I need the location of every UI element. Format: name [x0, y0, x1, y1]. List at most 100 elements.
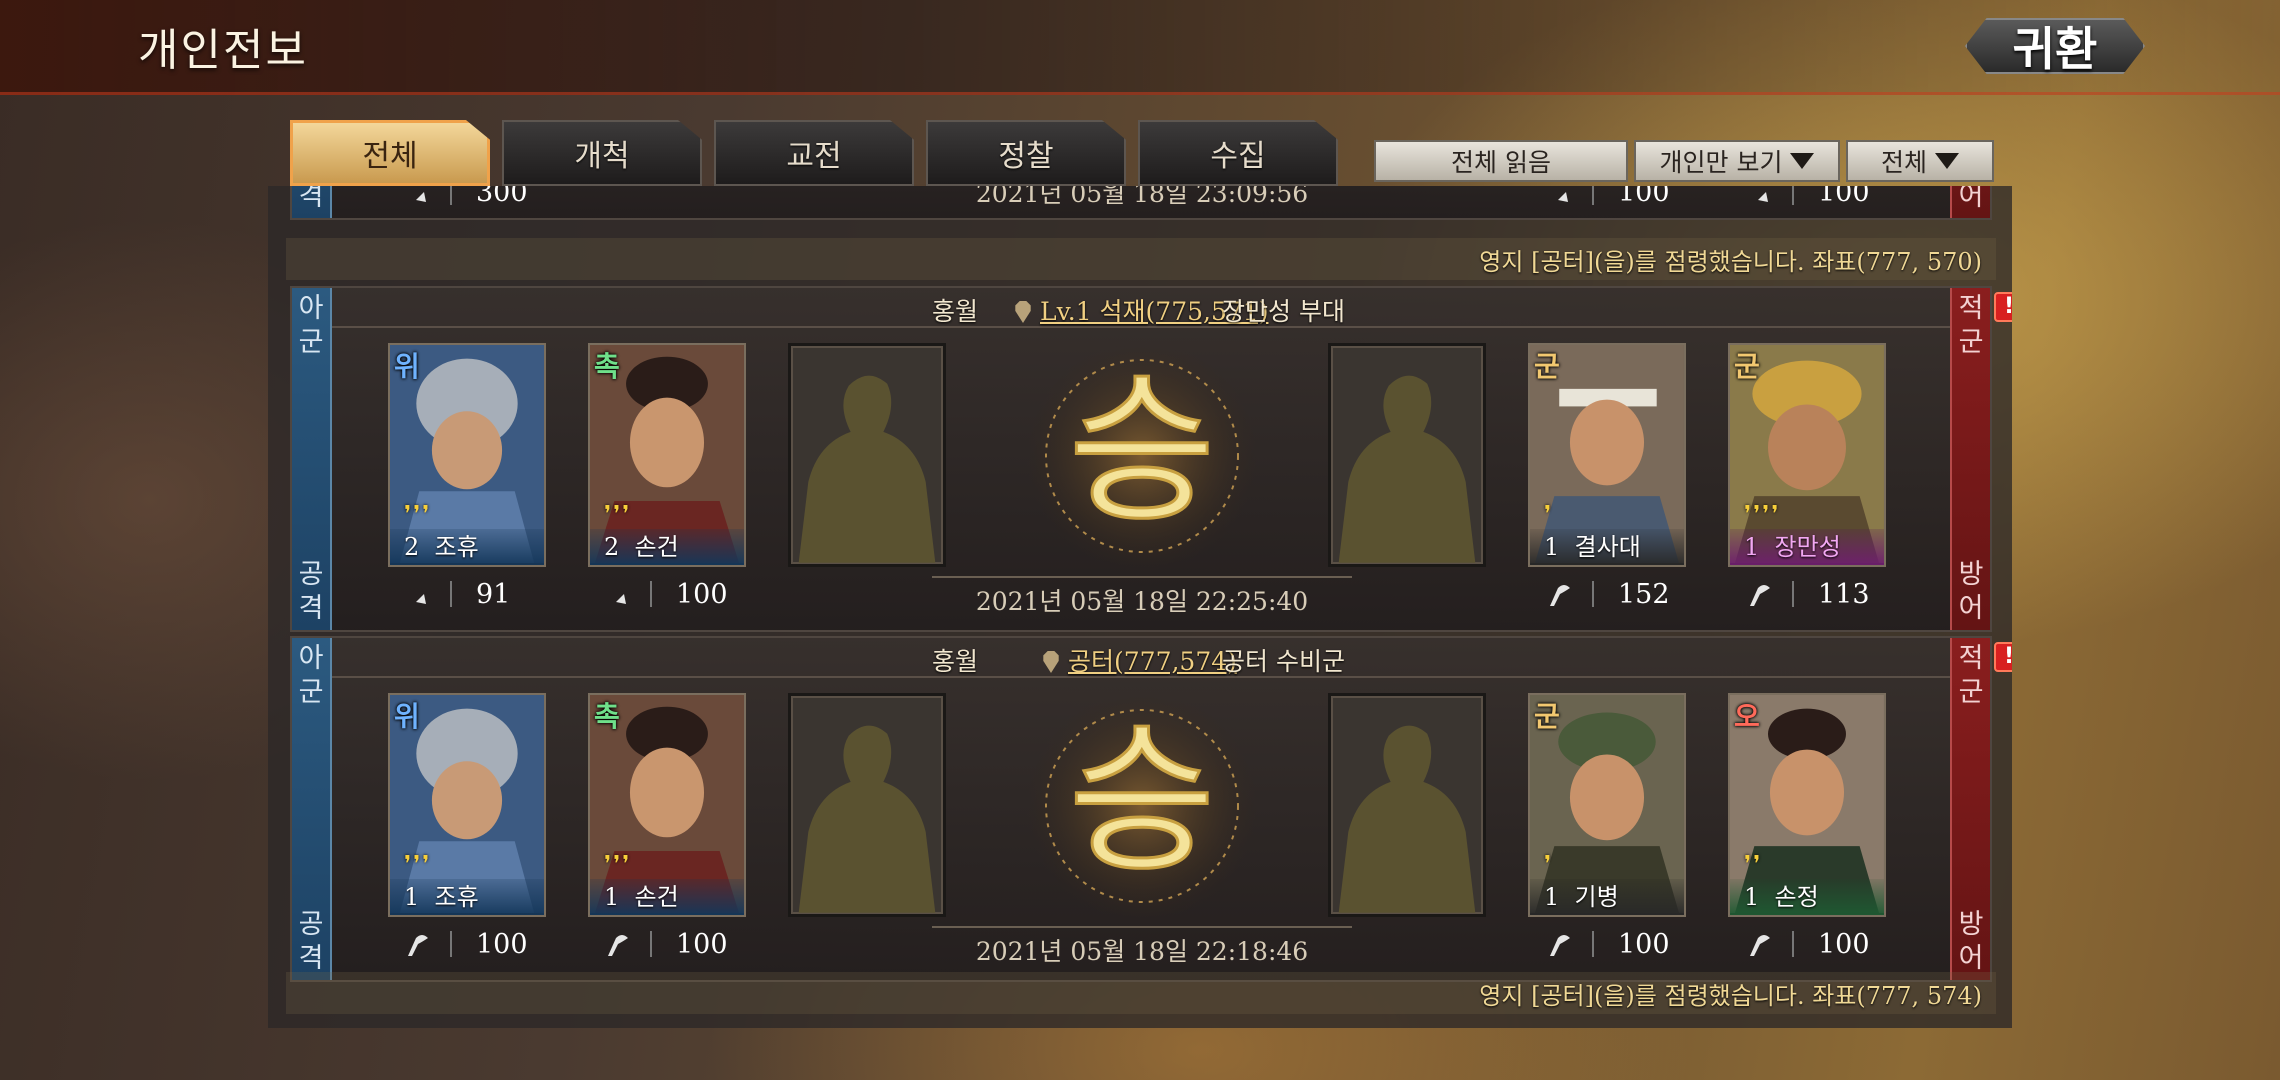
sword-icon: [1752, 186, 1768, 202]
hero-stat-value: 91: [476, 578, 511, 610]
hero-name-bar: 1 장만성: [1730, 529, 1884, 565]
read-all-button[interactable]: 전체 읽음: [1374, 140, 1628, 182]
empty-hero-slot: [788, 693, 946, 917]
hero-stat-value: 100: [1818, 928, 1870, 960]
ally-side-bar: 격: [292, 186, 332, 218]
hero-card[interactable]: 위 ❜❜❜ 1 조휴: [388, 693, 546, 917]
alert-icon: !: [1994, 642, 2012, 672]
axe-icon: [1550, 585, 1570, 606]
enemy-side-bar: 어: [1950, 186, 1990, 218]
faction-badge: 촉: [594, 350, 620, 383]
chevron-down-icon: [1935, 153, 1959, 169]
silhouette-icon: [798, 725, 936, 913]
alert-icon: !: [1994, 292, 2012, 322]
hero-card[interactable]: 촉 ❜❜❜ 1 손건: [588, 693, 746, 917]
hero-card[interactable]: 군 ❜❜❜❜ 1 장만성: [1728, 343, 1886, 567]
tab-battle[interactable]: 교전: [714, 120, 914, 186]
hero-name-bar: 1 조휴: [390, 879, 544, 915]
hero-level: 1: [1544, 533, 1560, 561]
hero-name: 조휴: [434, 533, 479, 561]
ally-role-label: 격: [298, 186, 324, 212]
enemy-side-bar: 적군 방어 !: [1950, 638, 2012, 980]
return-button-label: 귀환: [2012, 22, 2098, 76]
hero-stat: 152: [1544, 576, 1670, 612]
axe-icon: [1550, 935, 1570, 956]
hero-name: 손정: [1774, 883, 1819, 911]
ally-label: 아군: [298, 293, 324, 358]
hero-stat: 100: [1544, 926, 1670, 962]
hero-card[interactable]: 군 ❜ 1 결사대: [1528, 343, 1686, 567]
tab-scout[interactable]: 정찰: [926, 120, 1126, 186]
empty-hero-slot: [1328, 693, 1486, 917]
hero-stat: 300: [402, 186, 528, 210]
battle-record[interactable]: 아군 공격 적군 방어 ! 홍월 공터(777,574) 공터 수비군 위 ❜❜…: [290, 636, 2012, 982]
empty-hero-slot: [788, 343, 946, 567]
record-time: 2021년 05월 18일 22:25:40: [932, 576, 1352, 618]
enemy-role-label: 방어: [1958, 559, 1984, 624]
map-pin-icon: [1015, 301, 1031, 323]
star-rating: ❜: [1544, 852, 1554, 877]
enemy-side-bar: 적군 방어 !: [1950, 288, 2012, 630]
enemy-label: 적군: [1958, 643, 1984, 708]
hero-card[interactable]: 촉 ❜❜❜ 2 손건: [588, 343, 746, 567]
silhouette-icon: [798, 375, 936, 563]
read-all-label: 전체 읽음: [1451, 148, 1551, 177]
axe-icon: [408, 935, 428, 956]
filter-bar: 전체 읽음 개인만 보기 전체: [1374, 140, 1994, 182]
faction-badge: 군: [1534, 350, 1560, 383]
ally-side-bar: 아군 공격: [292, 288, 332, 630]
result-text: 승: [1068, 707, 1215, 894]
faction-badge: 군: [1534, 700, 1560, 733]
tab-all[interactable]: 전체: [290, 120, 490, 186]
sword-icon: [606, 584, 626, 604]
hero-card[interactable]: 위 ❜❜❜ 2 조휴: [388, 343, 546, 567]
record-header: 홍월 Lv.1 석재(775,571) 장만성 부대: [332, 288, 1950, 328]
occupy-notice: 영지 [공터](을)를 점령했습니다. 좌표(777, 570): [1479, 248, 1982, 276]
hero-level: 2: [604, 533, 620, 561]
hero-stat-value: 100: [476, 928, 528, 960]
report-tabs: 전체 개척 교전 정찰 수집: [290, 120, 1338, 186]
defender-name: 장만성 부대: [1222, 297, 1345, 326]
hero-level: 1: [1744, 533, 1760, 561]
defender-name: 공터 수비군: [1222, 647, 1345, 676]
hero-stat-value: 100: [1618, 928, 1670, 960]
personal-only-dropdown[interactable]: 개인만 보기: [1634, 140, 1840, 182]
ally-role-label: 공격: [298, 559, 324, 624]
hero-stat: 100: [602, 576, 728, 612]
hero-name-bar: 1 손정: [1730, 879, 1884, 915]
location-link[interactable]: 공터(777,574): [1068, 647, 1237, 676]
star-rating: ❜❜❜: [604, 502, 632, 527]
result-text: 승: [1068, 357, 1215, 544]
hero-name: 결사대: [1574, 533, 1641, 561]
page-title: 개인전보: [138, 25, 308, 76]
tab-pioneer[interactable]: 개척: [502, 120, 702, 186]
hero-stat-value: 100: [1618, 186, 1670, 208]
attacker-name: 홍월: [932, 297, 979, 326]
victory-emblem: 승: [1027, 341, 1257, 571]
hero-name: 손건: [634, 533, 679, 561]
hero-stat: 100: [1744, 926, 1870, 962]
hero-stat: 100: [1744, 186, 1870, 210]
hero-stat-value: 152: [1618, 578, 1670, 610]
hero-stat-value: 100: [676, 928, 728, 960]
hero-stat-value: 100: [1818, 186, 1870, 208]
all-filter-dropdown[interactable]: 전체: [1846, 140, 1994, 182]
report-list[interactable]: 격 어 300 2021년 05월 18일 23:09:56 100 100 영…: [268, 186, 2012, 1028]
hero-card[interactable]: 오 ❜❜ 1 손정: [1728, 693, 1886, 917]
return-button[interactable]: 귀환: [1955, 10, 2155, 82]
hero-card[interactable]: 군 ❜ 1 기병: [1528, 693, 1686, 917]
ally-role-label: 공격: [298, 909, 324, 974]
hero-name-bar: 2 손건: [590, 529, 744, 565]
tab-gather[interactable]: 수집: [1138, 120, 1338, 186]
map-pin-icon: [1043, 651, 1059, 673]
faction-badge: 위: [394, 700, 420, 733]
chevron-down-icon: [1790, 153, 1815, 169]
hero-name-bar: 1 기병: [1530, 879, 1684, 915]
battle-record-partial[interactable]: 격 어 300 2021년 05월 18일 23:09:56 100 100: [290, 186, 1992, 220]
record-header: 홍월 공터(777,574) 공터 수비군: [332, 638, 1950, 678]
sword-icon: [1552, 186, 1568, 202]
battle-record[interactable]: 아군 공격 적군 방어 ! 홍월 Lv.1 석재(775,571) 장만성 부대…: [290, 286, 2012, 632]
star-rating: ❜❜❜: [604, 852, 632, 877]
all-filter-label: 전체: [1880, 148, 1927, 177]
enemy-label: 적군: [1958, 293, 1984, 358]
